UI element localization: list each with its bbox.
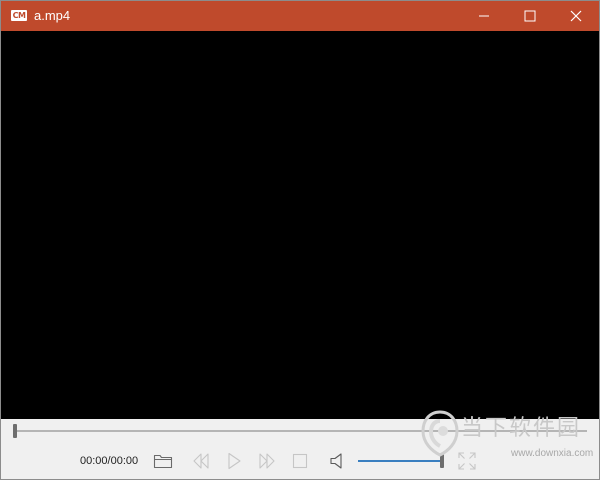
maximize-icon [524, 10, 536, 22]
volume-thumb[interactable] [440, 454, 444, 468]
player-window: CM a.mp4 00:00/00:00 当下软件园 www.downxia.c… [0, 0, 600, 480]
window-title: a.mp4 [34, 8, 71, 23]
maximize-button[interactable] [507, 1, 553, 31]
play-icon [228, 452, 241, 470]
stop-icon [292, 453, 308, 469]
folder-icon [153, 454, 173, 469]
fullscreen-button[interactable] [456, 450, 478, 472]
fast-forward-icon [259, 453, 275, 469]
app-logo-icon: CM [11, 10, 27, 21]
volume-slider[interactable] [358, 460, 444, 462]
mute-button[interactable] [327, 450, 349, 472]
control-bar: 00:00/00:00 [1, 419, 599, 479]
previous-button[interactable] [190, 450, 212, 472]
next-button[interactable] [256, 450, 278, 472]
fullscreen-icon [458, 452, 476, 470]
minimize-icon [479, 15, 489, 17]
close-button[interactable] [553, 1, 599, 31]
play-button[interactable] [223, 450, 245, 472]
open-file-button[interactable] [152, 450, 174, 472]
seek-bar[interactable] [13, 430, 587, 432]
rewind-icon [193, 453, 209, 469]
stop-button[interactable] [289, 450, 311, 472]
title-bar[interactable]: CM a.mp4 [1, 1, 599, 31]
video-display[interactable] [1, 31, 599, 419]
speaker-icon [330, 453, 342, 469]
seek-thumb[interactable] [13, 424, 17, 438]
time-display: 00:00/00:00 [80, 455, 139, 467]
minimize-button[interactable] [461, 1, 507, 31]
close-icon [570, 10, 582, 22]
